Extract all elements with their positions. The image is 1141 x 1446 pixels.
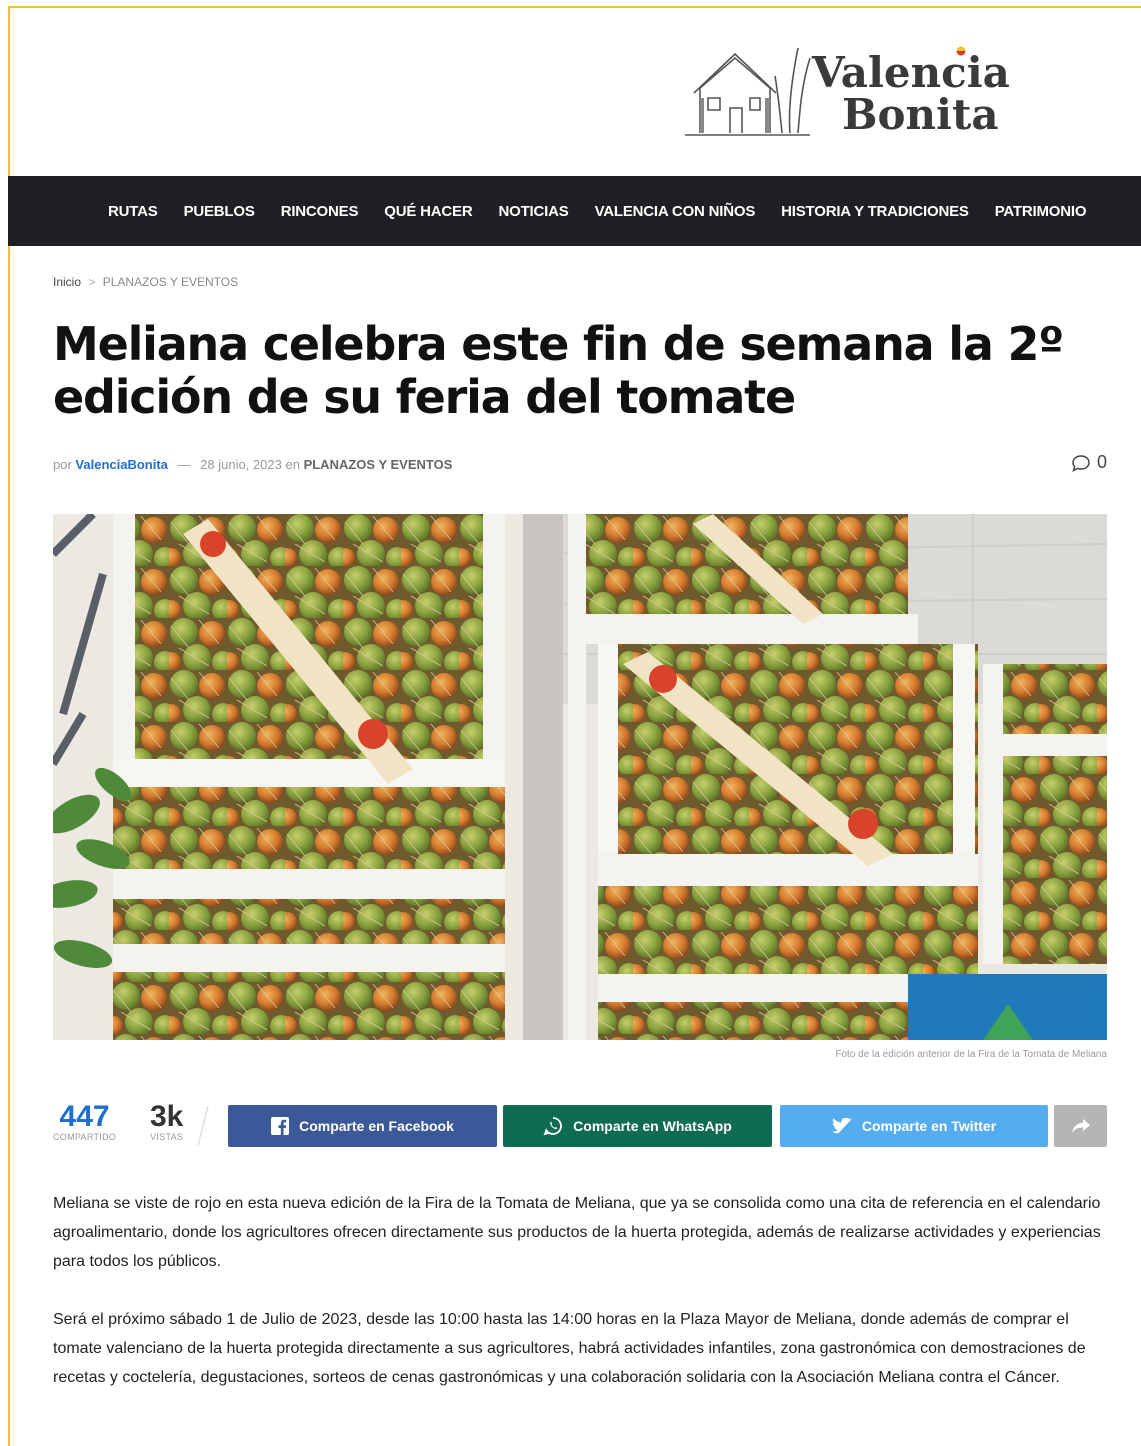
share-twitter-button[interactable]: Comparte en Twitter xyxy=(780,1105,1048,1147)
breadcrumb-current[interactable]: PLANAZOS Y EVENTOS xyxy=(103,275,238,289)
article-title: Meliana celebra este fin de semana la 2º… xyxy=(53,317,1064,424)
featured-image[interactable] xyxy=(53,514,1107,1040)
nav-item-rincones[interactable]: RINCONES xyxy=(281,203,359,220)
share-facebook-button[interactable]: Comparte en Facebook xyxy=(228,1105,497,1147)
meta-by: por xyxy=(53,457,72,472)
article-paragraph-1: Meliana se viste de rojo en esta nueva e… xyxy=(53,1195,1101,1270)
category-link[interactable]: PLANAZOS Y EVENTOS xyxy=(304,457,453,472)
meta-in: en xyxy=(285,457,300,472)
nav-list: RUTAS PUEBLOS RINCONES QUÉ HACER NOTICIA… xyxy=(108,176,1112,246)
logo-line-2: Bonita xyxy=(842,90,999,139)
comments-count: 0 xyxy=(1096,452,1107,472)
comment-bubble-icon xyxy=(1072,454,1090,472)
stats-divider xyxy=(197,1105,209,1147)
logo-flag-dot-icon xyxy=(956,46,966,56)
site-logo[interactable]: Valencia Bonita xyxy=(680,38,1030,148)
nav-item-patrimonio[interactable]: PATRIMONIO xyxy=(995,203,1087,220)
comments-link[interactable]: 0 xyxy=(1071,452,1107,473)
nav-item-pueblos[interactable]: PUEBLOS xyxy=(184,203,255,220)
whatsapp-icon xyxy=(543,1117,563,1136)
breadcrumb-separator: > xyxy=(88,275,96,289)
share-count-number: 447 xyxy=(59,1100,110,1133)
share-arrow-icon xyxy=(1071,1119,1090,1133)
twitter-icon xyxy=(831,1117,852,1133)
main-nav: RUTAS PUEBLOS RINCONES QUÉ HACER NOTICIA… xyxy=(8,176,1141,246)
view-count: 3k VISTAS xyxy=(150,1100,184,1143)
image-caption: Foto de la edición anterior de la Fira d… xyxy=(835,1049,1107,1060)
meta-dash: — xyxy=(177,457,191,472)
article-paragraph-2: Será el próximo sábado 1 de Julio de 202… xyxy=(53,1311,1086,1386)
share-facebook-label: Comparte en Facebook xyxy=(299,1118,454,1134)
share-twitter-label: Comparte en Twitter xyxy=(861,1118,997,1134)
author-link[interactable]: ValenciaBonita xyxy=(75,457,167,472)
nav-item-rutas[interactable]: RUTAS xyxy=(108,203,158,220)
site-header: Valencia Bonita xyxy=(0,0,1141,176)
view-count-label: VISTAS xyxy=(150,1132,184,1142)
facebook-icon xyxy=(271,1117,290,1135)
share-count-label: COMPARTIDO xyxy=(53,1132,117,1142)
nav-item-noticias[interactable]: NOTICIAS xyxy=(498,203,568,220)
nav-item-valencia-con-ninos[interactable]: VALENCIA CON NIÑOS xyxy=(595,203,756,220)
share-more-button[interactable] xyxy=(1054,1105,1107,1147)
share-whatsapp-button[interactable]: Comparte en WhatsApp xyxy=(503,1105,772,1147)
nav-item-historia-y-tradiciones[interactable]: HISTORIA Y TRADICIONES xyxy=(781,203,969,220)
breadcrumb: Inicio > PLANAZOS Y EVENTOS xyxy=(53,275,238,289)
view-count-number: 3k xyxy=(150,1100,184,1133)
nav-item-que-hacer[interactable]: QUÉ HACER xyxy=(384,203,472,220)
tomato-crates-photo xyxy=(53,514,1107,1040)
share-whatsapp-label: Comparte en WhatsApp xyxy=(573,1118,732,1134)
breadcrumb-home-link[interactable]: Inicio xyxy=(53,275,81,289)
share-count: 447 COMPARTIDO xyxy=(53,1100,117,1143)
article-meta: por ValenciaBonita — 28 junio, 2023 en P… xyxy=(53,457,452,472)
house-sketch-logo-icon xyxy=(685,47,811,136)
article-date[interactable]: 28 junio, 2023 xyxy=(200,457,282,472)
logo-wordmark: Valencia Bonita xyxy=(812,52,1010,136)
